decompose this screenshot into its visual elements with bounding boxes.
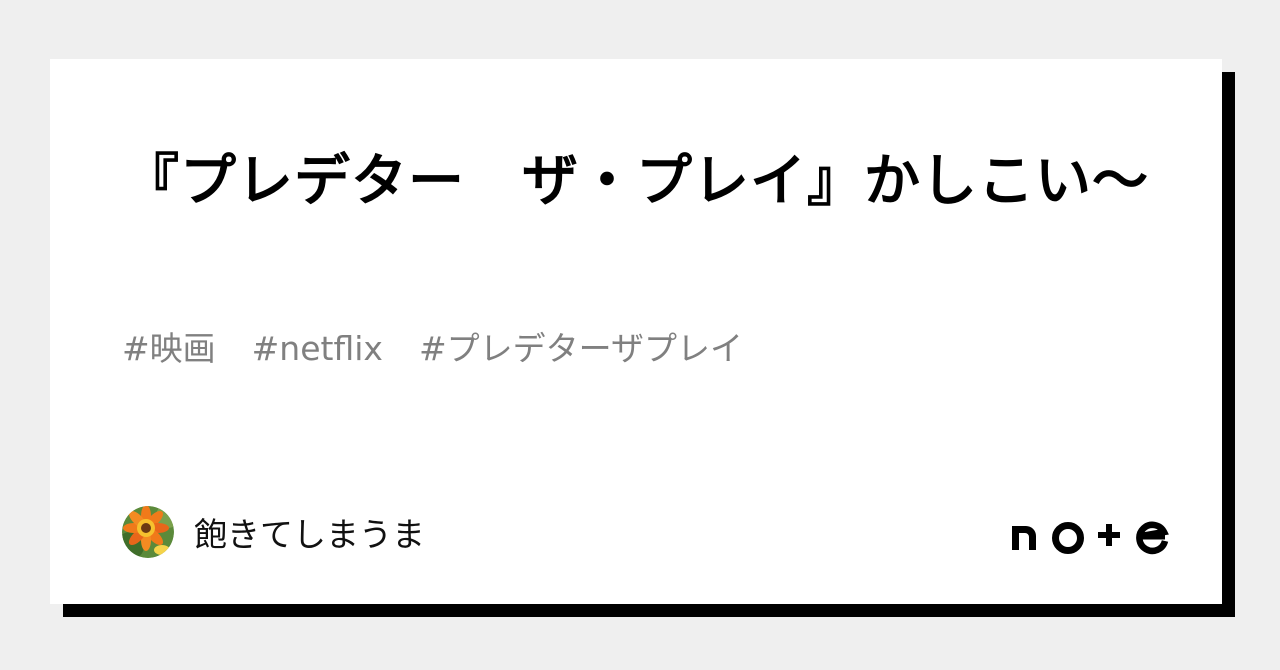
- author-info[interactable]: 飽きてしまうま: [122, 505, 425, 559]
- hashtag[interactable]: #プレデターザプレイ: [419, 325, 743, 373]
- article-title: 『プレデター ザ・プレイ』かしこい〜: [123, 149, 1149, 214]
- hashtag[interactable]: #映画: [122, 325, 216, 373]
- hashtag[interactable]: #netflix: [252, 325, 383, 373]
- avatar[interactable]: [122, 506, 174, 558]
- note-logo: [1012, 521, 1169, 555]
- author-name[interactable]: 飽きてしまうま: [194, 508, 425, 556]
- note-share-card[interactable]: 『プレデター ザ・プレイ』かしこい〜 #映画 #netflix #プレデターザプ…: [50, 59, 1222, 604]
- hashtag-list: #映画 #netflix #プレデターザプレイ: [122, 325, 743, 373]
